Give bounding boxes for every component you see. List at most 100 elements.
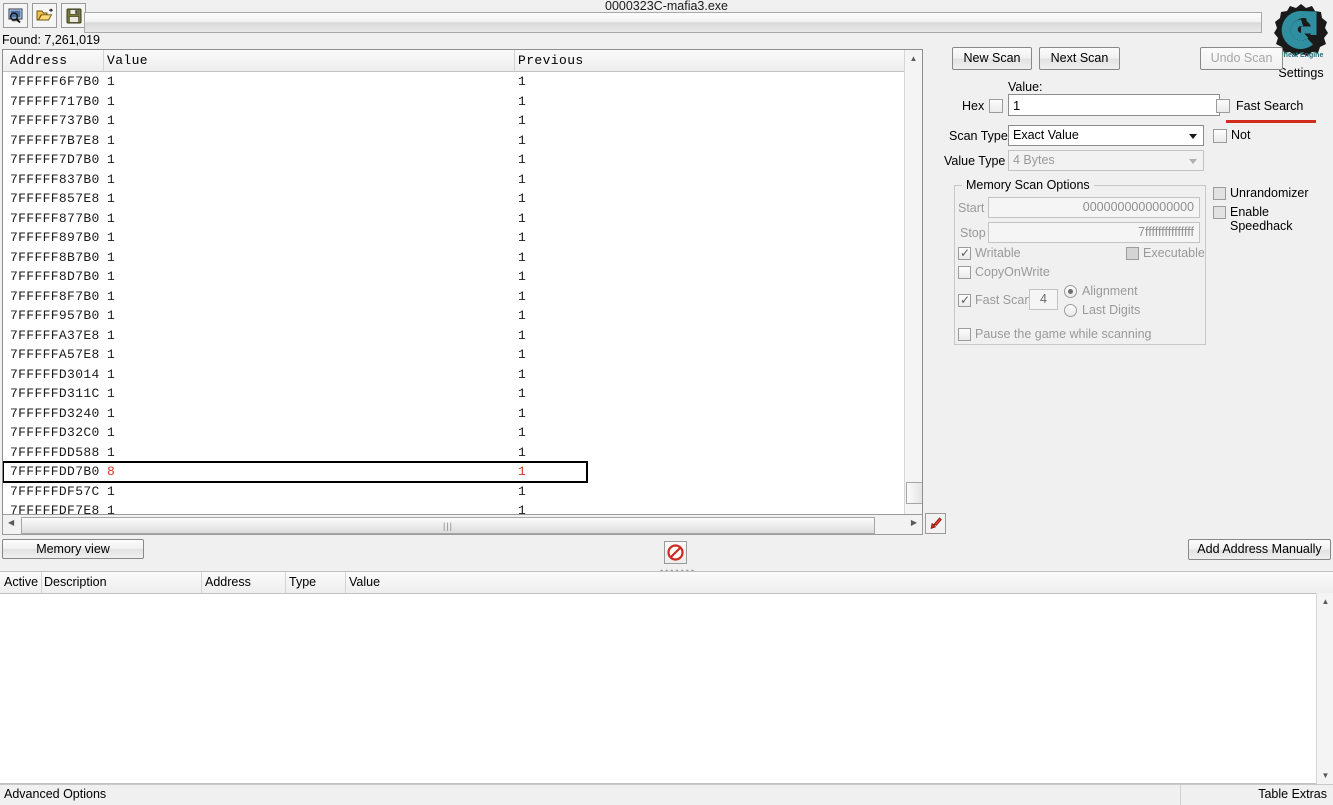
results-column-previous[interactable]: Previous [518, 53, 584, 68]
advanced-options-label[interactable]: Advanced Options [4, 787, 106, 801]
results-row[interactable]: 7FFFFF957B011 [3, 306, 922, 326]
scroll-up-icon[interactable]: ▲ [905, 50, 922, 67]
header-divider [514, 50, 515, 71]
results-row[interactable]: 7FFFFFA37E811 [3, 326, 922, 346]
result-address: 7FFFFFDF57C [10, 482, 100, 502]
table-extras-label[interactable]: Table Extras [1258, 787, 1327, 801]
vertical-scroll-thumb[interactable] [906, 482, 923, 504]
fast-search-checkbox[interactable] [1216, 99, 1230, 113]
results-row[interactable]: 7FFFFFDF57C11 [3, 482, 922, 502]
last-digits-radio[interactable] [1064, 304, 1077, 317]
result-previous: 1 [518, 404, 526, 424]
address-column-address[interactable]: Address [205, 575, 251, 589]
results-row[interactable]: 7FFFFF7D7B011 [3, 150, 922, 170]
open-file-icon[interactable] [32, 3, 57, 28]
results-row[interactable]: 7FFFFF8D7B011 [3, 267, 922, 287]
result-value: 1 [107, 306, 115, 326]
writable-checkbox[interactable]: ✓ [958, 247, 971, 260]
results-row[interactable]: 7FFFFFA57E811 [3, 345, 922, 365]
scan-type-select[interactable]: Exact Value [1008, 125, 1204, 146]
save-file-icon[interactable] [61, 3, 86, 28]
result-previous: 1 [518, 345, 526, 365]
logo-caption: Cheat Engine [1279, 52, 1324, 59]
results-row[interactable]: 7FFFFF877B011 [3, 209, 922, 229]
not-checkbox[interactable] [1213, 129, 1227, 143]
scroll-right-icon[interactable]: ▶ [911, 518, 917, 527]
undo-scan-button[interactable]: Undo Scan [1200, 47, 1283, 70]
unrandomizer-checkbox[interactable] [1213, 187, 1226, 200]
alignment-radio[interactable] [1064, 285, 1077, 298]
pause-game-checkbox[interactable] [958, 328, 971, 341]
results-row[interactable]: 7FFFFF717B011 [3, 92, 922, 112]
result-address: 7FFFFFD3240 [10, 404, 100, 424]
results-row[interactable]: 7FFFFFDD7B081 [3, 462, 587, 482]
stop-address-input[interactable]: 7fffffffffffffff [988, 222, 1200, 243]
header-divider [285, 572, 286, 593]
value-label: Value: [1008, 80, 1043, 94]
result-value: 1 [107, 267, 115, 287]
result-address: 7FFFFF737B0 [10, 111, 100, 131]
result-value: 8 [107, 462, 115, 482]
next-scan-button[interactable]: Next Scan [1039, 47, 1120, 70]
result-value: 1 [107, 384, 115, 404]
fast-scan-checkbox[interactable]: ✓ [958, 294, 971, 307]
chevron-down-icon[interactable] [1189, 134, 1197, 139]
result-previous: 1 [518, 287, 526, 307]
address-column-description[interactable]: Description [44, 575, 107, 589]
chevron-down-icon[interactable] [1189, 159, 1197, 164]
address-table-scrollbar[interactable]: ▲ ▼ [1316, 593, 1333, 784]
status-divider [1180, 785, 1181, 805]
results-row[interactable]: 7FFFFF6F7B011 [3, 72, 922, 92]
enable-speedhack-checkbox[interactable] [1213, 206, 1226, 219]
scroll-up-icon[interactable]: ▲ [1317, 593, 1333, 610]
result-previous: 1 [518, 306, 526, 326]
value-type-select[interactable]: 4 Bytes [1008, 150, 1204, 171]
result-value: 1 [107, 92, 115, 112]
results-column-value[interactable]: Value [107, 53, 148, 68]
results-row[interactable]: 7FFFFF837B011 [3, 170, 922, 190]
address-table[interactable]: Active Description Address Type Value ▲ … [0, 571, 1333, 784]
enable-speedhack-label: Enable Speedhack [1230, 205, 1333, 233]
scroll-down-icon[interactable]: ▼ [1317, 767, 1333, 784]
address-table-header: Active Description Address Type Value [0, 572, 1333, 594]
scan-value-input[interactable]: 1 [1008, 94, 1220, 116]
executable-label: Executable [1143, 246, 1205, 260]
results-row[interactable]: 7FFFFF857E811 [3, 189, 922, 209]
hex-checkbox[interactable] [989, 99, 1003, 113]
results-row[interactable]: 7FFFFF8F7B011 [3, 287, 922, 307]
results-row[interactable]: 7FFFFF7B7E811 [3, 131, 922, 151]
results-row[interactable]: 7FFFFFD301411 [3, 365, 922, 385]
results-row[interactable]: 7FFFFFD32C011 [3, 423, 922, 443]
result-previous: 1 [518, 443, 526, 463]
result-value: 1 [107, 326, 115, 346]
results-horizontal-scrollbar[interactable]: ◀ ||| ▶ [2, 514, 923, 535]
copyonwrite-checkbox[interactable] [958, 266, 971, 279]
memory-view-button[interactable]: Memory view [2, 539, 144, 559]
results-row[interactable]: 7FFFFFD324011 [3, 404, 922, 424]
open-process-icon[interactable] [3, 3, 28, 28]
executable-checkbox[interactable] [1126, 247, 1139, 260]
add-address-manually-button[interactable]: Add Address Manually [1188, 539, 1331, 560]
results-row[interactable]: 7FFFFF897B011 [3, 228, 922, 248]
alignment-input[interactable]: 4 [1029, 289, 1058, 310]
no-entry-icon[interactable] [664, 541, 687, 564]
address-column-type[interactable]: Type [289, 575, 316, 589]
scroll-left-icon[interactable]: ◀ [8, 518, 14, 527]
red-arrow-icon[interactable] [925, 513, 946, 534]
results-row[interactable]: 7FFFFF8B7B011 [3, 248, 922, 268]
results-column-address[interactable]: Address [10, 53, 67, 68]
not-label: Not [1231, 128, 1250, 142]
new-scan-button[interactable]: New Scan [952, 47, 1032, 70]
address-column-active[interactable]: Active [4, 575, 38, 589]
results-vertical-scrollbar[interactable]: ▲ ▼ [904, 50, 922, 534]
results-row[interactable]: 7FFFFFDD58811 [3, 443, 922, 463]
horizontal-scroll-thumb[interactable]: ||| [21, 517, 875, 534]
results-row[interactable]: 7FFFFFD311C11 [3, 384, 922, 404]
result-previous: 1 [518, 131, 526, 151]
address-column-value[interactable]: Value [349, 575, 380, 589]
start-address-input[interactable]: 0000000000000000 [988, 197, 1200, 218]
result-address: 7FFFFF717B0 [10, 92, 100, 112]
scan-results-list[interactable]: Address Value Previous 7FFFFF6F7B0117FFF… [2, 49, 923, 535]
results-header: Address Value Previous [3, 50, 922, 72]
results-row[interactable]: 7FFFFF737B011 [3, 111, 922, 131]
